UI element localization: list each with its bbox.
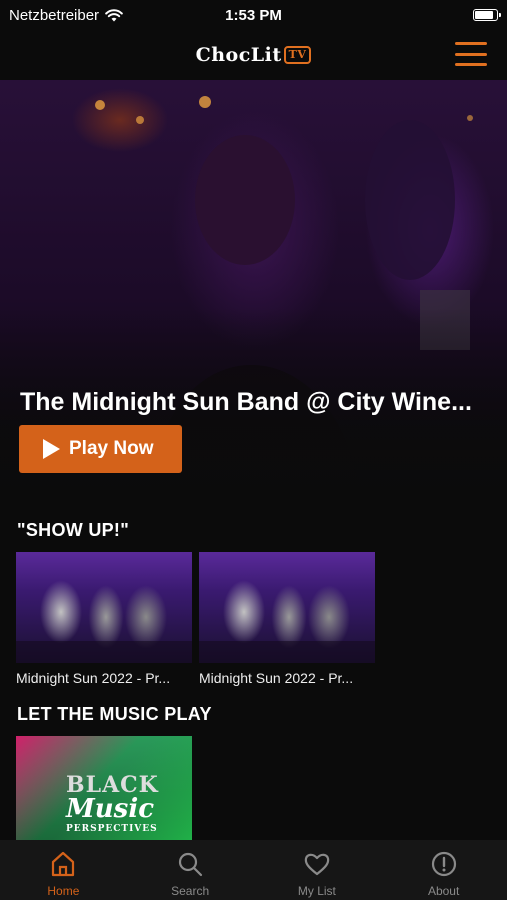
logo-text: ChocLit [195,44,282,66]
video-card[interactable]: Midnight Sun 2022 - Pr... [199,552,375,686]
menu-button[interactable] [455,42,487,66]
tab-search-label: Search [171,884,210,898]
video-thumbnail [199,552,375,663]
heart-icon [304,853,330,876]
video-thumbnail [16,552,192,663]
tab-home-label: Home [47,884,80,898]
home-icon [52,851,75,877]
wifi-icon [105,8,123,21]
battery-icon [473,9,501,21]
video-title: Midnight Sun 2022 - Pr... [199,670,354,686]
status-bar: Netzbetreiber 1:53 PM [0,0,507,30]
play-now-button[interactable]: Play Now [19,425,182,473]
search-icon [179,852,203,877]
section-title-show-up: "SHOW UP!" [17,520,130,540]
tab-search[interactable]: Search [140,850,240,898]
play-icon [43,439,60,459]
video-title: Midnight Sun 2022 - Pr... [16,670,171,686]
hero-title: The Midnight Sun Band @ City Wine... [20,388,472,416]
video-card[interactable]: BLACK Music PERSPECTIVES [16,736,192,840]
music-row: BLACK Music PERSPECTIVES [16,736,192,840]
carrier-label: Netzbetreiber [9,6,100,24]
tab-about[interactable]: About [394,850,494,898]
logo-tv-badge: TV [283,46,312,64]
tab-home[interactable]: Home [13,850,113,898]
video-thumbnail: BLACK Music PERSPECTIVES [16,736,192,840]
video-card[interactable]: Midnight Sun 2022 - Pr... [16,552,192,686]
tab-my-list[interactable]: My List [267,850,367,898]
show-up-row: Midnight Sun 2022 - Pr... Midnight Sun 2… [16,552,375,686]
info-icon [431,851,456,877]
hamburger-icon [455,42,487,45]
tab-about-label: About [427,884,460,898]
section-title-music: LET THE MUSIC PLAY [17,704,212,724]
hero-banner[interactable]: The Midnight Sun Band @ City Wine... Pla… [0,80,507,508]
tab-my-list-label: My List [297,884,336,898]
play-now-label: Play Now [69,438,154,459]
top-bar: ChocLit TV [0,30,507,80]
tab-bar: Home Search My List About [0,840,507,900]
app-logo[interactable]: ChocLit TV [196,44,312,66]
